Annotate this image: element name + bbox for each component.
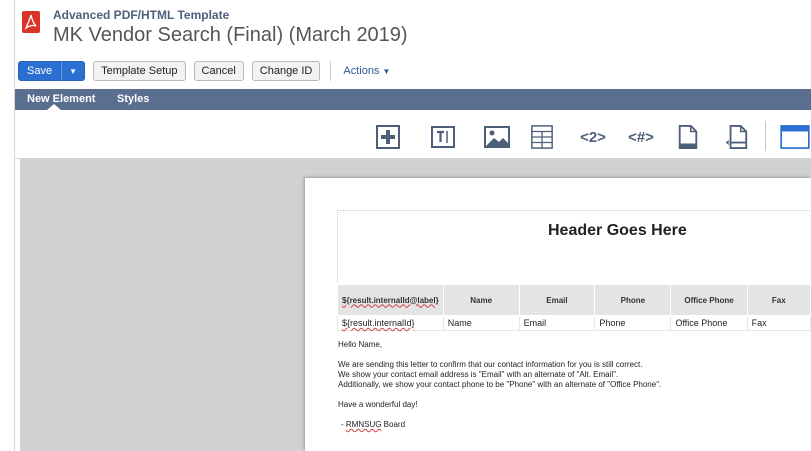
save-button-group: Save ▼	[18, 61, 86, 81]
header-footer-icon[interactable]	[779, 125, 811, 149]
save-dropdown-button[interactable]: ▼	[61, 61, 86, 81]
letter-spacer	[338, 350, 661, 360]
text-icon[interactable]	[431, 125, 455, 149]
page-number-icon[interactable]	[724, 125, 750, 149]
table-header-cell: Name	[442, 284, 520, 316]
template-editor: Advanced PDF/HTML Template MK Vendor Sea…	[0, 0, 811, 451]
table-cell: Fax	[746, 315, 811, 331]
letter-line: Additionally, we show your contact phone…	[338, 380, 662, 389]
table-header-cell: Phone	[594, 284, 672, 316]
page-icon[interactable]	[677, 125, 699, 149]
pdf-icon	[22, 11, 40, 33]
chevron-down-icon: ▼	[69, 66, 78, 76]
active-tab-marker	[47, 104, 61, 110]
number-tag-icon[interactable]: <#>	[624, 125, 658, 149]
letter-closing: Have a wonderful day!	[338, 400, 418, 409]
letter-signature: - RMNSUG Board	[338, 420, 661, 430]
add-icon[interactable]	[376, 125, 400, 149]
table-header-cell: ${result.internalId@label}	[337, 284, 444, 316]
actions-menu[interactable]: Actions ▼	[343, 65, 390, 77]
letter-greeting: Hello Name,	[338, 340, 383, 349]
header-region[interactable]	[337, 210, 811, 283]
signature-suffix: Board	[381, 420, 406, 429]
html-tag-icon[interactable]: <2>	[577, 125, 609, 149]
tab-styles[interactable]: Styles	[117, 93, 149, 105]
signature-org: RMNSUG	[345, 420, 382, 429]
svg-text:<#>: <#>	[628, 129, 654, 146]
tab-new-element[interactable]: New Element	[27, 93, 95, 105]
letter-line: We are sending this letter to confirm th…	[338, 360, 643, 369]
cancel-button[interactable]: Cancel	[193, 61, 244, 81]
letter-spacer	[338, 390, 661, 400]
action-toolbar: Save ▼ Template Setup Cancel Change ID A…	[18, 60, 390, 82]
table-row: ${result.internalId} Name Email Phone Of…	[337, 315, 811, 331]
table-header-row: ${result.internalId@label} Name Email Ph…	[337, 284, 811, 316]
table-cell: ${result.internalId}	[337, 315, 444, 331]
letter-line: We show your contact email address is "E…	[338, 370, 619, 379]
template-setup-button[interactable]: Template Setup	[93, 61, 186, 81]
letter-spacer	[338, 410, 661, 420]
svg-text:<2>: <2>	[580, 129, 606, 146]
table-header-cell: Fax	[746, 284, 811, 316]
left-border	[14, 0, 15, 451]
page-title: MK Vendor Search (Final) (March 2019)	[53, 24, 408, 46]
cell-internalid: ${result.internalId}	[342, 318, 415, 328]
table-cell: Email	[518, 315, 596, 331]
table-header-cell: Email	[518, 284, 596, 316]
letter-body[interactable]: Hello Name, We are sending this letter t…	[338, 340, 661, 430]
toolbar-divider	[330, 61, 332, 81]
element-toolbar-divider	[765, 121, 766, 151]
change-id-button[interactable]: Change ID	[251, 61, 321, 81]
header-internalid: ${result.internalId@label}	[342, 295, 439, 305]
save-button[interactable]: Save	[18, 61, 62, 81]
table-cell: Office Phone	[670, 315, 748, 331]
table-icon[interactable]	[530, 125, 554, 149]
table-cell: Phone	[594, 315, 672, 331]
table-cell: Name	[442, 315, 520, 331]
editor-tab-bar: New Element Styles	[15, 89, 811, 110]
actions-menu-label: Actions	[343, 65, 380, 77]
record-type-label: Advanced PDF/HTML Template	[53, 8, 230, 22]
caret-down-icon: ▼	[382, 66, 391, 76]
element-toolbar: <2> <#>	[15, 111, 811, 159]
header-text[interactable]: Header Goes Here	[548, 222, 687, 240]
results-table[interactable]: ${result.internalId@label} Name Email Ph…	[337, 284, 811, 331]
table-header-cell: Office Phone	[670, 284, 748, 316]
image-icon[interactable]	[484, 125, 510, 149]
